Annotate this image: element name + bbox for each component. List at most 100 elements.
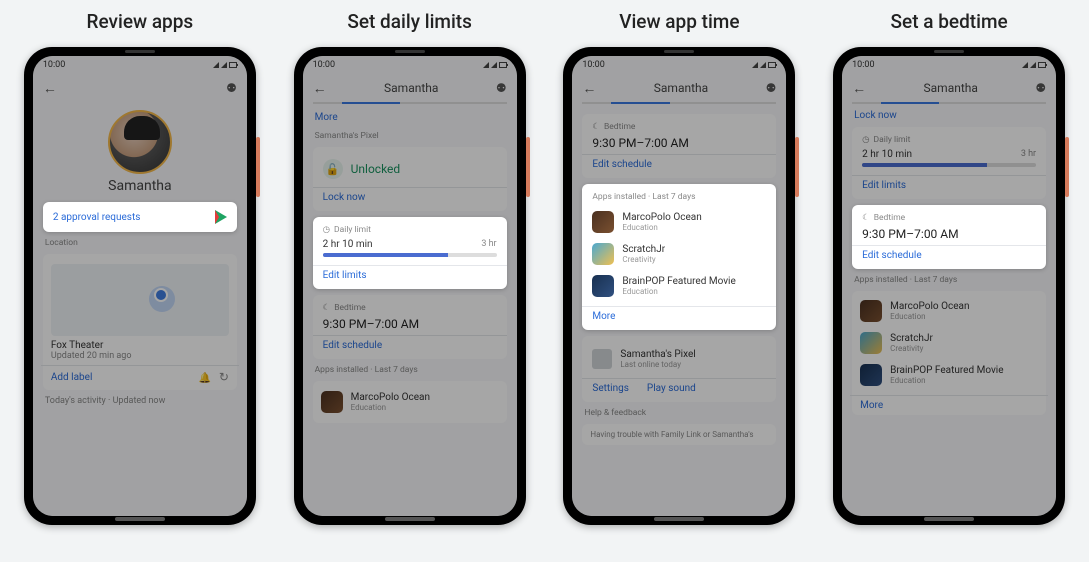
more-link[interactable]: More <box>592 311 615 322</box>
daily-limit-card-dim[interactable]: Daily limit 2 hr 10 min 3 hr Edit limits <box>852 127 1046 199</box>
title-4: Set a bedtime <box>891 10 1008 33</box>
app-row-dim[interactable]: MarcoPolo OceanEducation <box>313 381 507 423</box>
back-icon[interactable] <box>582 80 596 97</box>
daily-limit-label: Daily limit <box>334 225 371 235</box>
app-name: BrainPOP Featured Movie <box>622 276 735 287</box>
bedtime-card-dim[interactable]: Bedtime 9:30 PM–7:00 AM Edit schedule <box>313 295 507 359</box>
place-updated: Updated 20 min ago <box>51 351 132 361</box>
bedtime-card-dim[interactable]: Bedtime 9:30 PM–7:00 AM Edit schedule <box>582 114 776 178</box>
invite-icon[interactable] <box>1035 81 1046 95</box>
help-label: Help & feedback <box>584 408 774 418</box>
map-preview <box>51 264 229 336</box>
bedtime-value: 9:30 PM–7:00 AM <box>323 317 497 331</box>
app-name: BrainPOP Featured Movie <box>890 365 1003 376</box>
place-name: Fox Theater <box>51 340 132 351</box>
bedtime-card[interactable]: Bedtime 9:30 PM–7:00 AM Edit schedule <box>852 205 1046 269</box>
status-bar: 10:00 <box>842 56 1056 74</box>
phone-frame-3: 10:00 Samantha Bedtime 9:30 PM–7:00 AM E… <box>563 47 795 525</box>
app-bar-title: Samantha <box>384 81 438 95</box>
bell-icon[interactable] <box>199 373 211 384</box>
more-link[interactable]: More <box>315 112 505 123</box>
today-activity: Today's activity · Updated now <box>45 396 235 406</box>
app-name: ScratchJr <box>622 244 665 255</box>
screen-4: 10:00 Samantha Lock now Daily limit 2 hr… <box>842 56 1056 516</box>
screen-1: 10:00 Samantha 2 approval req <box>33 56 247 516</box>
edit-schedule-link[interactable]: Edit schedule <box>323 340 383 351</box>
app-cat: Education <box>622 223 701 232</box>
back-icon[interactable] <box>43 80 57 97</box>
app-row[interactable]: BrainPOP Featured MovieEducation <box>592 270 766 302</box>
signal-icon <box>221 62 227 68</box>
settings-link[interactable]: Settings <box>592 383 629 394</box>
app-row[interactable]: ScratchJrCreativity <box>860 327 1038 359</box>
refresh-icon[interactable] <box>219 373 229 384</box>
clock-time: 10:00 <box>43 60 65 70</box>
app-row[interactable]: MarcoPolo OceanEducation <box>860 295 1038 327</box>
device-card[interactable]: 🔓 Unlocked Lock now <box>313 147 507 211</box>
app-cat: Creativity <box>890 344 933 353</box>
battery-icon <box>1038 62 1046 68</box>
device-name: Samantha's Pixel <box>620 349 695 360</box>
back-icon[interactable] <box>852 80 866 97</box>
limit-value: 2 hr 10 min <box>862 149 912 160</box>
app-icon-scratch <box>592 243 614 265</box>
app-row[interactable]: ScratchJrCreativity <box>592 238 766 270</box>
clock-icon <box>862 135 869 145</box>
title-2: Set daily limits <box>347 10 472 33</box>
limit-max: 3 hr <box>481 239 496 250</box>
lock-now-link[interactable]: Lock now <box>854 110 1044 121</box>
daily-limit-card[interactable]: Daily limit 2 hr 10 min 3 hr Edit limits <box>313 217 507 289</box>
edit-limits-link[interactable]: Edit limits <box>862 180 906 191</box>
col-set-bedtime: Set a bedtime 10:00 Samantha Lock now Da… <box>824 10 1074 525</box>
app-row[interactable]: BrainPOP Featured MovieEducation <box>860 359 1038 391</box>
clock-time: 10:00 <box>852 60 874 70</box>
app-cat: Education <box>622 287 735 296</box>
back-icon[interactable] <box>313 80 327 97</box>
invite-icon[interactable] <box>496 81 507 95</box>
add-label-link[interactable]: Add label <box>51 372 93 383</box>
bedtime-label: Bedtime <box>874 213 905 223</box>
tab-indicator <box>852 102 1046 104</box>
signal-icon <box>760 62 766 68</box>
bedtime-value: 9:30 PM–7:00 AM <box>592 136 766 150</box>
device-status-card[interactable]: Samantha's PixelLast online today Settin… <box>582 336 776 402</box>
status-bar: 10:00 <box>572 56 786 74</box>
battery-icon <box>229 62 237 68</box>
map-pin-icon <box>154 288 168 302</box>
lock-now-link[interactable]: Lock now <box>323 192 366 203</box>
app-row[interactable]: MarcoPolo OceanEducation <box>592 206 766 238</box>
app-icon-brainpop <box>860 364 882 386</box>
app-icon-brainpop <box>592 275 614 297</box>
clock-time: 10:00 <box>582 60 604 70</box>
device-icon <box>592 349 612 369</box>
last-online: Last online today <box>620 360 695 369</box>
app-cat: Creativity <box>622 255 665 264</box>
app-icon-marco <box>321 391 343 413</box>
bedtime-value: 9:30 PM–7:00 AM <box>862 227 1036 241</box>
play-sound-link[interactable]: Play sound <box>647 383 696 394</box>
edit-limits-link[interactable]: Edit limits <box>323 270 367 281</box>
moon-icon <box>862 213 870 223</box>
bedtime-label: Bedtime <box>334 303 365 313</box>
clock-icon <box>323 225 330 235</box>
col-daily-limits: Set daily limits 10:00 Samantha More Sam… <box>285 10 535 525</box>
apps-label: Apps installed · Last 7 days <box>315 365 505 375</box>
app-icon-marco <box>592 211 614 233</box>
invite-icon[interactable] <box>766 81 777 95</box>
apps-card: Apps installed · Last 7 days MarcoPolo O… <box>582 184 776 330</box>
moon-icon <box>323 303 331 313</box>
edit-schedule-link[interactable]: Edit schedule <box>862 250 922 261</box>
app-bar-title: Samantha <box>924 81 978 95</box>
invite-icon[interactable] <box>226 81 237 95</box>
app-cat: Education <box>351 403 430 412</box>
help-card[interactable]: Having trouble with Family Link or Saman… <box>582 424 776 445</box>
phones-row: Review apps 10:00 <box>15 10 1074 525</box>
avatar[interactable] <box>108 110 172 174</box>
location-card[interactable]: Fox Theater Updated 20 min ago Add label <box>43 254 237 390</box>
more-link[interactable]: More <box>860 400 883 411</box>
app-icon-marco <box>860 300 882 322</box>
edit-schedule-link[interactable]: Edit schedule <box>592 159 652 170</box>
unlocked-text: Unlocked <box>351 162 401 176</box>
title-3: View app time <box>619 10 739 33</box>
approval-card[interactable]: 2 approval requests <box>43 202 237 232</box>
